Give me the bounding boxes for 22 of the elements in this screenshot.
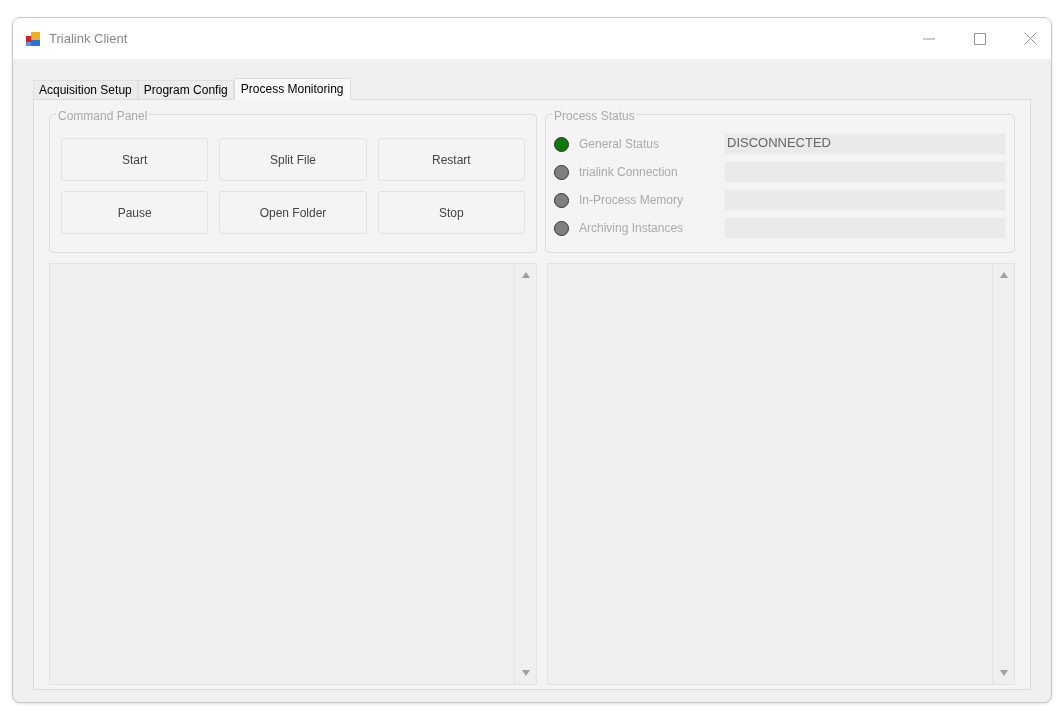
command-button[interactable]: Pause xyxy=(61,191,209,234)
maximize-icon[interactable] xyxy=(974,32,986,45)
scroll-up-icon[interactable] xyxy=(999,272,1008,278)
command-button[interactable]: Split File xyxy=(219,138,367,181)
scroll-down-icon[interactable] xyxy=(999,670,1008,676)
command-button[interactable]: Start xyxy=(61,138,209,181)
command-button[interactable]: Open Folder xyxy=(219,191,367,234)
status-label: In-Process Memory xyxy=(579,192,685,209)
scroll-up-icon[interactable] xyxy=(521,272,530,278)
command-button[interactable]: Stop xyxy=(377,191,525,234)
app-icon xyxy=(25,30,41,47)
window-title: Trialink Client xyxy=(49,29,128,48)
tab[interactable]: Process Monitoring xyxy=(233,78,351,100)
status-field: DISCONNECTED xyxy=(724,133,1006,155)
command-button[interactable]: Restart xyxy=(377,138,525,181)
scroll-down-icon[interactable] xyxy=(521,670,530,676)
status-label: General Status xyxy=(579,136,661,153)
close-icon[interactable] xyxy=(1024,32,1037,45)
tab[interactable]: Acquisition Setup xyxy=(33,80,138,99)
status-label: trialink Connection xyxy=(579,164,679,181)
status-label: Archiving Instances xyxy=(579,220,685,237)
tab[interactable]: Program Config xyxy=(137,80,234,99)
